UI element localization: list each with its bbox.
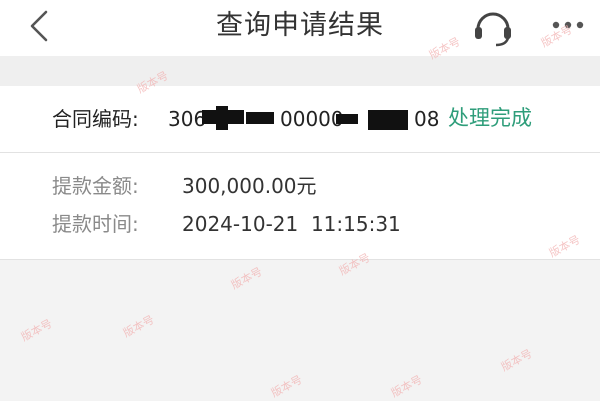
detail-label: 提款时间: (52, 212, 139, 236)
top-nav-bar: 查询申请结果 (0, 0, 600, 56)
contract-number-middle: 00000 (280, 107, 344, 131)
contract-number-label: 合同编码: (52, 107, 139, 131)
contract-number-prefix: 306 (168, 107, 207, 131)
redaction-mask (368, 110, 408, 130)
watermark: 版本号 (229, 264, 265, 292)
detail-value: 2024-10-21 11:15:31 (182, 212, 401, 236)
watermark: 版本号 (121, 312, 157, 340)
contract-row[interactable]: 合同编码: 306 00000 08 处理完成 (0, 86, 600, 153)
status-badge: 处理完成 (448, 106, 532, 130)
watermark: 版本号 (19, 316, 55, 344)
detail-row-time: 提款时间: 2024-10-21 11:15:31 (52, 209, 401, 239)
watermark: 版本号 (389, 372, 425, 400)
detail-value: 300,000.00元 (182, 174, 317, 198)
detail-row-amount: 提款金额: 300,000.00元 (52, 171, 317, 201)
detail-label: 提款金额: (52, 174, 139, 198)
redaction-mask (216, 106, 228, 130)
withdrawal-details: 提款金额: 300,000.00元 提款时间: 2024-10-21 11:15:3… (0, 153, 600, 260)
contract-number-suffix: 08 (414, 107, 440, 131)
headset-icon[interactable] (470, 5, 516, 47)
contract-number-value: 306 00000 08 (168, 104, 440, 134)
section-gap (0, 56, 600, 86)
redaction-mask (246, 112, 274, 124)
redaction-mask (336, 114, 358, 124)
watermark: 版本号 (269, 372, 305, 400)
watermark: 版本号 (499, 346, 535, 374)
